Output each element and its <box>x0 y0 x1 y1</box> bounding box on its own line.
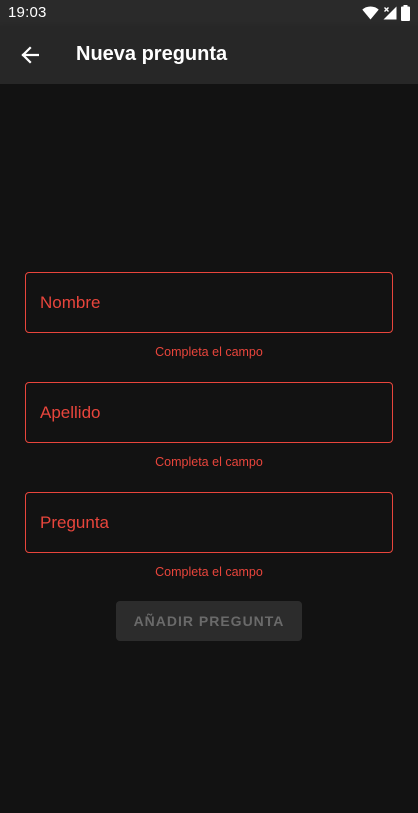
add-question-button[interactable]: AÑADIR PREGUNTA <box>116 601 302 641</box>
nombre-error-text: Completa el campo <box>155 345 263 359</box>
field-group-apellido: Completa el campo <box>25 382 393 469</box>
signal-icon <box>383 6 397 20</box>
nombre-field[interactable] <box>25 272 393 333</box>
field-group-pregunta: Completa el campo <box>25 492 393 579</box>
field-group-nombre: Completa el campo <box>25 272 393 359</box>
status-bar: 19:03 <box>0 0 418 26</box>
apellido-error-text: Completa el campo <box>155 455 263 469</box>
apellido-field[interactable] <box>25 382 393 443</box>
status-icons <box>362 4 410 22</box>
arrow-back-icon <box>21 46 39 64</box>
status-time: 19:03 <box>8 4 47 21</box>
form-content: Completa el campo Completa el campo Comp… <box>0 84 418 813</box>
pregunta-input[interactable] <box>26 493 392 552</box>
back-button[interactable] <box>10 35 50 75</box>
app-bar: Nueva pregunta <box>0 26 418 84</box>
apellido-input[interactable] <box>26 383 392 442</box>
page-title: Nueva pregunta <box>76 43 228 65</box>
wifi-icon <box>362 6 379 20</box>
pregunta-field[interactable] <box>25 492 393 553</box>
pregunta-error-text: Completa el campo <box>155 565 263 579</box>
nombre-input[interactable] <box>26 273 392 332</box>
battery-icon <box>401 5 410 21</box>
